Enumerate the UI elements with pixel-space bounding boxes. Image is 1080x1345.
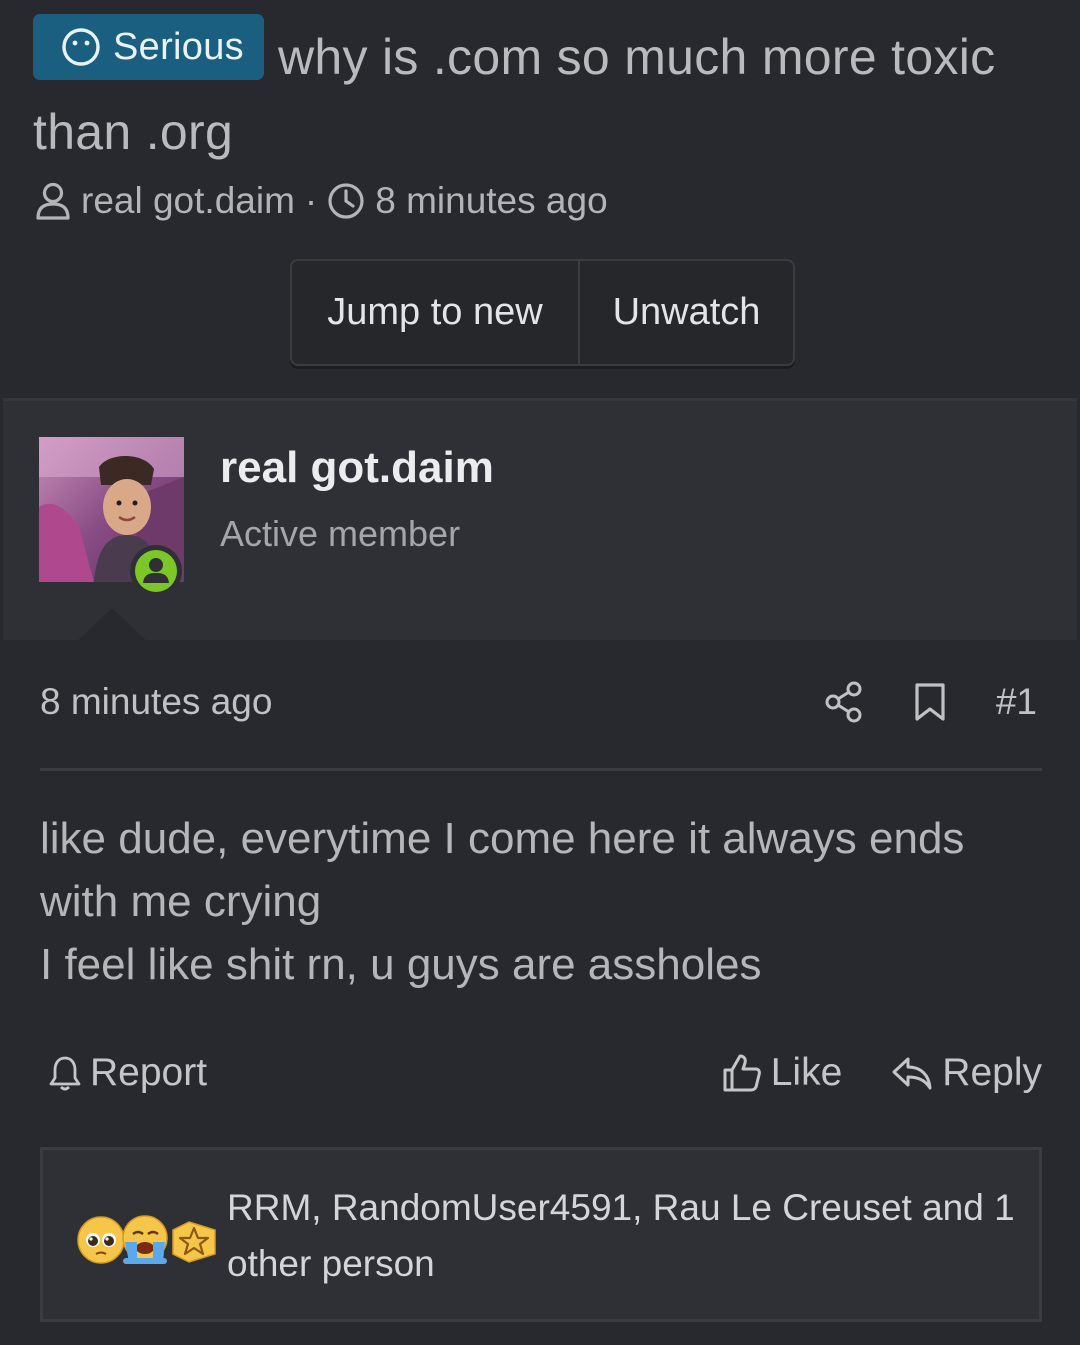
thread-author[interactable]: real got.daim (81, 180, 295, 222)
thread-header: Serious why is .com so much more toxic t… (3, 0, 1077, 397)
jump-to-new-button[interactable]: Jump to new (292, 261, 580, 364)
user-icon (36, 182, 70, 220)
clock-icon (328, 183, 364, 219)
user-title: Active member (220, 513, 461, 554)
user-block-arrow (76, 608, 148, 642)
message-line: like dude, everytime I come here it alwa… (40, 814, 965, 926)
reactions-bar[interactable]: RRM, RandomUser4591, Rau Le Creuset and … (40, 1147, 1042, 1322)
meta-separator: · (304, 180, 318, 221)
smiley-icon (62, 28, 100, 66)
reply-icon (892, 1057, 932, 1090)
report-button[interactable]: Report (48, 1051, 207, 1095)
reply-label: Reply (942, 1051, 1042, 1094)
thread-button-group: Jump to new Unwatch (290, 259, 795, 366)
post-header-actions: #1 (824, 679, 1037, 725)
loudly-crying-face-icon (122, 1215, 168, 1264)
thread-title-block: Serious why is .com so much more toxic t… (33, 14, 1043, 170)
bookmark-icon[interactable] (910, 679, 950, 725)
online-user-icon (135, 550, 177, 592)
thread-meta: real got.daim · 8 minutes ago (35, 176, 608, 226)
post-username[interactable]: real got.daim (220, 443, 494, 493)
star-badge-icon (172, 1221, 216, 1263)
share-icon[interactable] (824, 679, 864, 725)
bell-icon (49, 1056, 81, 1091)
post-divider (40, 768, 1042, 771)
prefix-label: Serious (113, 25, 244, 68)
thumbs-up-icon (723, 1054, 761, 1092)
post-time[interactable]: 8 minutes ago (40, 681, 272, 723)
pleading-face-icon (77, 1216, 125, 1264)
like-button[interactable]: Like (721, 1051, 843, 1095)
thread-page: Serious why is .com so much more toxic t… (0, 0, 1080, 1345)
post-user-block: real got.daim Active member (3, 398, 1077, 640)
reaction-users[interactable]: RRM, RandomUser4591, Rau Le Creuset and … (227, 1180, 1017, 1292)
prefix-badge[interactable]: Serious (33, 14, 264, 80)
post-content: 8 minutes ago #1 like dude, everytime I … (3, 641, 1077, 1345)
reaction-icons (77, 1214, 217, 1266)
report-label: Report (90, 1051, 208, 1094)
post-message: like dude, everytime I come here it alwa… (40, 807, 1040, 996)
thread-time[interactable]: 8 minutes ago (375, 180, 607, 222)
unwatch-button[interactable]: Unwatch (580, 261, 793, 364)
message-line: I feel like shit rn, u guys are assholes (40, 940, 762, 989)
post-number[interactable]: #1 (996, 681, 1037, 723)
post-footer: Report Like Reply (40, 1045, 1042, 1101)
like-label: Like (770, 1051, 843, 1094)
online-status-indicator (130, 545, 182, 597)
reply-button[interactable]: Reply (890, 1051, 1042, 1095)
